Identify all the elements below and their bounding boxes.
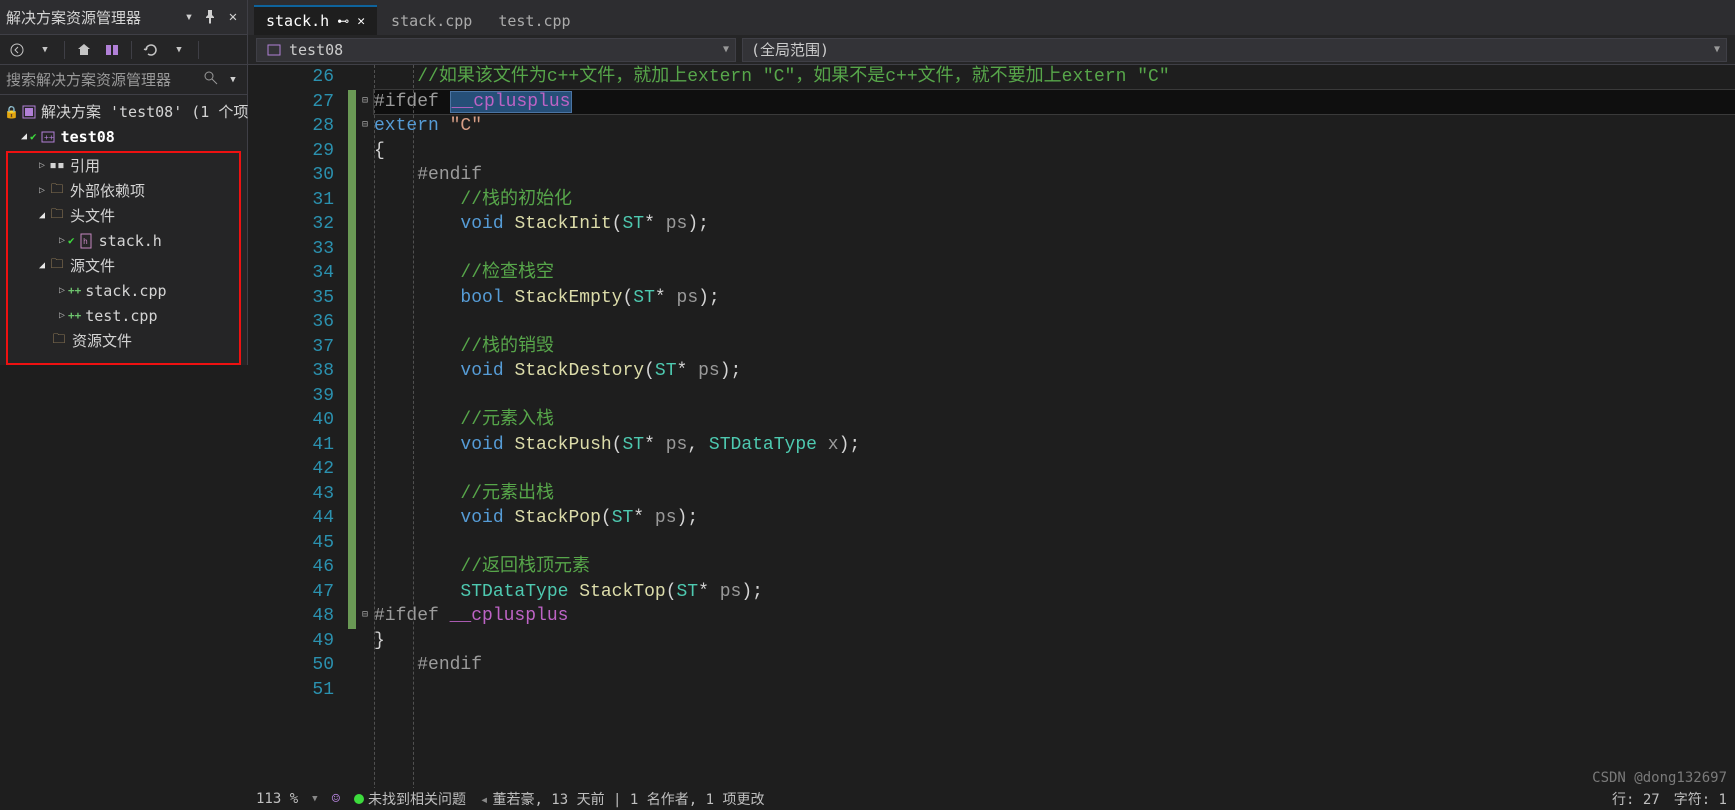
tree-label: 外部依赖项 [70, 180, 145, 201]
tab-label: stack.h [266, 12, 329, 30]
solution-node[interactable]: 🔒 解决方案 'test08' (1 个项 [0, 99, 247, 124]
chevron-down-icon[interactable]: ▼ [225, 72, 241, 88]
tree-item-sources[interactable]: ◢ 🗀 源文件 [8, 253, 239, 278]
tree-label: stack.h [99, 232, 162, 250]
tree-item-stack-cpp[interactable]: ▷ ++ stack.cpp [8, 278, 239, 303]
expand-icon[interactable]: ▷ [56, 235, 68, 246]
panel-search[interactable]: 搜索解决方案资源管理器 ▼ [0, 65, 247, 95]
tree-label: test.cpp [85, 307, 157, 325]
solution-explorer-panel: 解决方案资源管理器 ▾ ✕ ▼ ▼ 搜索解决方案资源管理器 ▼ [0, 0, 248, 365]
pin-icon[interactable]: ⊷ [337, 14, 349, 28]
project-node[interactable]: ◢ ✔ ++ test08 [0, 124, 247, 149]
tree-item-test-cpp[interactable]: ▷ ++ test.cpp [8, 303, 239, 328]
status-ok-icon [354, 794, 364, 804]
tree-label: stack.cpp [85, 282, 166, 300]
solution-tree: 🔒 解决方案 'test08' (1 个项 ◢ ✔ ++ test08 ▷ ▪▪… [0, 95, 247, 365]
folder-icon: 🗀 [48, 183, 66, 199]
scope-project[interactable]: test08 ▼ [256, 38, 736, 62]
solution-icon [21, 104, 37, 120]
lock-icon: 🔒 [4, 105, 19, 119]
cursor-line: 行: 27 [1612, 789, 1660, 809]
solution-label: 解决方案 'test08' (1 个项 [41, 101, 248, 122]
editor-tabs: stack.h ⊷ ✕ stack.cpp test.cpp [248, 0, 1735, 35]
tree-label: 资源文件 [72, 330, 132, 351]
editor-zone: stack.h ⊷ ✕ stack.cpp test.cpp test08 ▼ … [248, 0, 1735, 810]
scope-project-label: test08 [289, 41, 343, 59]
folder-icon: 🗀 [50, 333, 68, 349]
feedback-icon[interactable]: ☺ [332, 791, 340, 807]
header-file-icon: h [77, 233, 95, 249]
check-icon: ✔ [68, 234, 75, 247]
code-editor[interactable]: 2627282930313233343536373839404142434445… [248, 65, 1735, 810]
navigation-bar: test08 ▼ (全局范围) ▼ [248, 35, 1735, 65]
tab-label: test.cpp [498, 12, 570, 30]
check-icon: ✔ [30, 130, 37, 143]
expand-icon[interactable]: ◢ [18, 131, 30, 142]
folder-icon: 🗀 [48, 208, 66, 224]
tree-item-external[interactable]: ▷ 🗀 外部依赖项 [8, 178, 239, 203]
expand-icon[interactable]: ▷ [56, 310, 68, 321]
search-placeholder: 搜索解决方案资源管理器 [6, 69, 203, 90]
tree-item-stack-h[interactable]: ▷ ✔ h stack.h [8, 228, 239, 253]
chevron-down-icon[interactable]: ▼ [1714, 44, 1720, 55]
modification-bar [348, 65, 356, 810]
status-bar: 113 % ▼ ☺ 未找到相关问题 ◂董若豪, 13 天前 | 1 名作者, 1… [248, 788, 1735, 810]
search-icon[interactable] [203, 70, 219, 90]
panel-title: 解决方案资源管理器 [6, 7, 175, 28]
tab-label: stack.cpp [391, 12, 472, 30]
tree-item-resources[interactable]: 🗀 资源文件 [8, 328, 239, 353]
fold-column: ⊟⊟⊟ [356, 65, 374, 810]
svg-text:h: h [83, 237, 88, 246]
switch-views-icon[interactable] [103, 41, 121, 59]
tab-stack-cpp[interactable]: stack.cpp [379, 5, 484, 35]
highlight-box: ▷ ▪▪ 引用 ▷ 🗀 外部依赖项 ◢ 🗀 头文件 ▷ ✔ h stack.h [6, 151, 241, 365]
references-icon: ▪▪ [48, 158, 66, 174]
chevron-down-icon[interactable]: ▼ [36, 41, 54, 59]
line-numbers: 2627282930313233343536373839404142434445… [248, 65, 348, 810]
chevron-down-icon[interactable]: ▼ [170, 41, 188, 59]
folder-icon: 🗀 [48, 258, 66, 274]
refresh-icon[interactable] [142, 41, 160, 59]
tab-test-cpp[interactable]: test.cpp [486, 5, 582, 35]
panel-toolbar: ▼ ▼ [0, 35, 247, 65]
panel-title-bar: 解决方案资源管理器 ▾ ✕ [0, 0, 247, 35]
pin-icon[interactable] [203, 9, 219, 25]
home-icon[interactable] [75, 41, 93, 59]
expand-icon[interactable]: ◢ [36, 260, 48, 271]
scope-global-label: (全局范围) [751, 39, 829, 60]
expand-icon[interactable]: ▷ [36, 185, 48, 196]
cursor-col: 字符: 1 [1674, 789, 1727, 809]
back-icon[interactable] [8, 41, 26, 59]
code-content[interactable]: //如果该文件为c++文件，就加上extern "C"，如果不是c++文件，就不… [374, 65, 1735, 810]
chevron-down-icon[interactable]: ▼ [723, 44, 729, 55]
zoom-level[interactable]: 113 % [256, 791, 298, 807]
expand-icon[interactable]: ▷ [56, 285, 68, 296]
close-icon[interactable]: ✕ [357, 14, 365, 29]
tab-stack-h[interactable]: stack.h ⊷ ✕ [254, 5, 377, 35]
expand-icon[interactable]: ▷ [36, 160, 48, 171]
project-icon: ++ [39, 129, 57, 145]
project-label: test08 [61, 128, 115, 146]
project-icon [265, 42, 283, 58]
close-icon[interactable]: ✕ [225, 9, 241, 25]
tree-label: 源文件 [70, 255, 115, 276]
svg-text:++: ++ [44, 133, 54, 142]
tree-label: 头文件 [70, 205, 115, 226]
chevron-down-icon[interactable]: ▼ [312, 794, 317, 804]
authors-info[interactable]: ◂董若豪, 13 天前 | 1 名作者, 1 项更改 [480, 789, 764, 809]
tree-label: 引用 [70, 155, 100, 176]
expand-icon[interactable]: ◢ [36, 210, 48, 221]
watermark: CSDN @dong132697 [1592, 770, 1727, 786]
tree-item-headers[interactable]: ◢ 🗀 头文件 [8, 203, 239, 228]
cpp-file-icon: ++ [68, 309, 81, 322]
tree-item-refs[interactable]: ▷ ▪▪ 引用 [8, 153, 239, 178]
dropdown-icon[interactable]: ▾ [181, 9, 197, 25]
cpp-file-icon: ++ [68, 284, 81, 297]
scope-global[interactable]: (全局范围) ▼ [742, 38, 1727, 62]
issues-label[interactable]: 未找到相关问题 [368, 792, 466, 808]
